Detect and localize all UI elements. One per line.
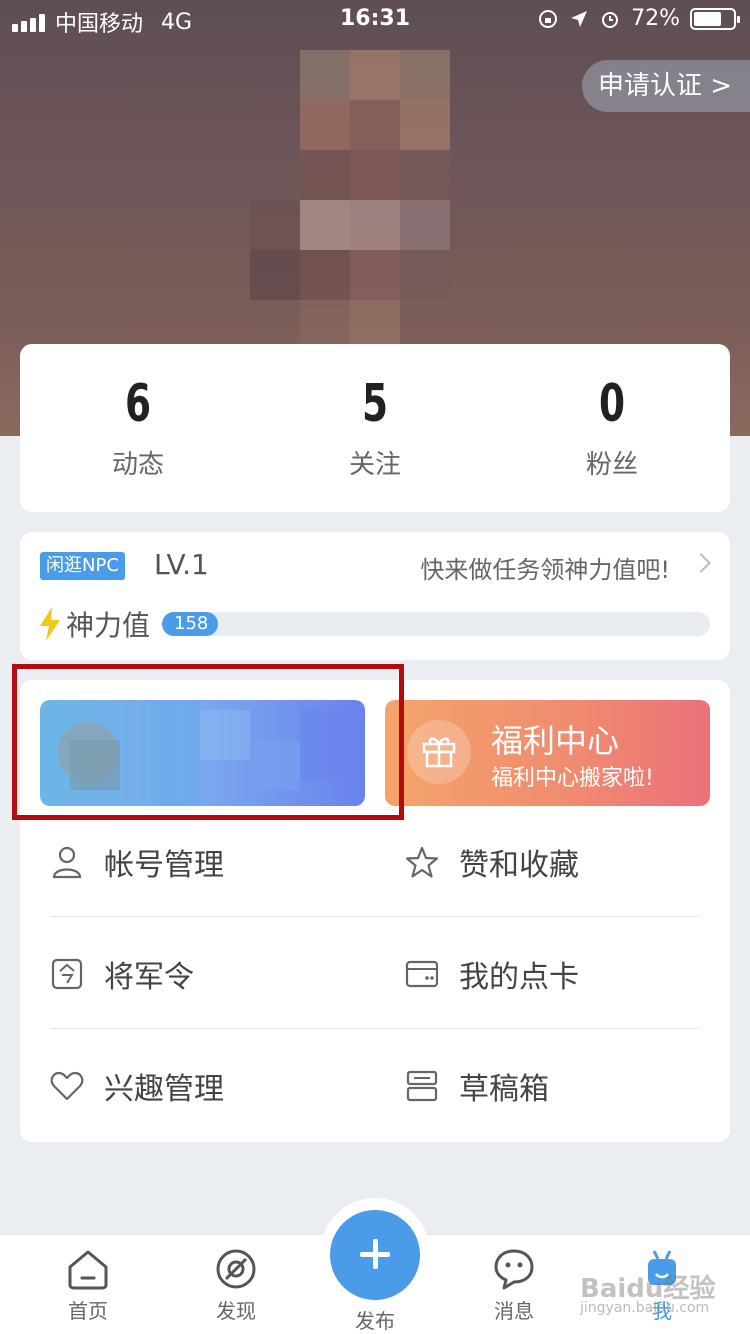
apply-certification-button[interactable]: 申请认证 >	[581, 60, 750, 112]
home-icon	[68, 1250, 108, 1290]
menu-interest-management[interactable]: 兴趣管理	[50, 1056, 224, 1116]
tab-label: 发布	[355, 1309, 395, 1333]
welfare-subtitle: 福利中心搬家啦!	[491, 766, 654, 791]
chevron-right-icon[interactable]	[691, 553, 711, 573]
stat-label: 粉丝	[585, 450, 638, 480]
power-label: 神力值	[66, 609, 151, 642]
watermark-url: jingyan.baidu.com	[580, 1300, 710, 1316]
token-icon	[50, 957, 84, 991]
power-value: 158	[174, 613, 209, 634]
menu-my-point-card[interactable]: 我的点卡	[405, 944, 579, 1004]
menu-account-management[interactable]: 帐号管理	[50, 832, 224, 892]
welfare-center-banner[interactable]: 福利中心 福利中心搬家啦!	[385, 700, 710, 806]
tab-discover[interactable]: 发现	[186, 1247, 286, 1324]
stat-label: 关注	[348, 450, 401, 480]
star-icon	[405, 845, 439, 879]
menu-item-label: 赞和收藏	[459, 848, 579, 883]
drafts-icon	[405, 1069, 439, 1103]
divider	[50, 1028, 700, 1029]
power-row: 神力值	[38, 604, 150, 644]
user-icon	[50, 845, 84, 879]
menu-item-label: 我的点卡	[459, 960, 579, 995]
stat-value: 0	[598, 374, 626, 434]
level-text: LV.1	[154, 548, 209, 581]
chat-icon	[494, 1249, 534, 1290]
gift-icon	[407, 720, 471, 784]
compass-icon	[216, 1249, 256, 1289]
menu-likes-favorites[interactable]: 赞和收藏	[405, 832, 579, 892]
orientation-lock-icon	[539, 9, 558, 28]
tab-messages[interactable]: 消息	[464, 1247, 564, 1324]
level-card[interactable]: 闲逛NPC LV.1 快来做任务领神力值吧! 神力值 158	[20, 532, 730, 660]
stat-label: 动态	[111, 450, 164, 480]
menu-item-label: 兴趣管理	[104, 1072, 224, 1107]
level-badge: 闲逛NPC	[40, 552, 125, 580]
power-progress-bar: 158	[162, 612, 710, 636]
stat-followers[interactable]: 0 粉丝	[494, 374, 730, 481]
tab-label: 消息	[494, 1299, 534, 1323]
heart-icon	[50, 1069, 84, 1103]
stat-following[interactable]: 5 关注	[257, 374, 493, 481]
menu-item-label: 将军令	[104, 960, 194, 995]
battery-icon	[690, 7, 740, 30]
status-bar: 中国移动 4G 16:31 72%	[0, 0, 750, 40]
alarm-icon	[602, 11, 619, 28]
divider	[50, 916, 700, 917]
tab-label: 发现	[216, 1299, 256, 1323]
card-icon	[405, 957, 439, 991]
lightning-icon	[40, 607, 60, 641]
publish-plus-button[interactable]	[330, 1210, 420, 1300]
tab-label: 首页	[68, 1299, 108, 1323]
battery-percent: 72%	[631, 6, 680, 31]
tab-home[interactable]: 首页	[38, 1247, 138, 1324]
welfare-title: 福利中心	[491, 722, 620, 760]
menu-item-label: 帐号管理	[104, 848, 224, 883]
menu-item-label: 草稿箱	[459, 1072, 549, 1107]
location-icon	[571, 10, 588, 27]
stat-posts[interactable]: 6 动态	[20, 374, 256, 481]
menu-general-token[interactable]: 将军令	[50, 944, 194, 1004]
stats-card: 6 动态 5 关注 0 粉丝	[20, 344, 730, 512]
highlight-annotation-box	[12, 664, 404, 820]
menu-drafts[interactable]: 草稿箱	[405, 1056, 549, 1116]
task-prompt[interactable]: 快来做任务领神力值吧!	[420, 550, 670, 585]
stat-value: 5	[361, 374, 389, 434]
stat-value: 6	[124, 374, 152, 434]
